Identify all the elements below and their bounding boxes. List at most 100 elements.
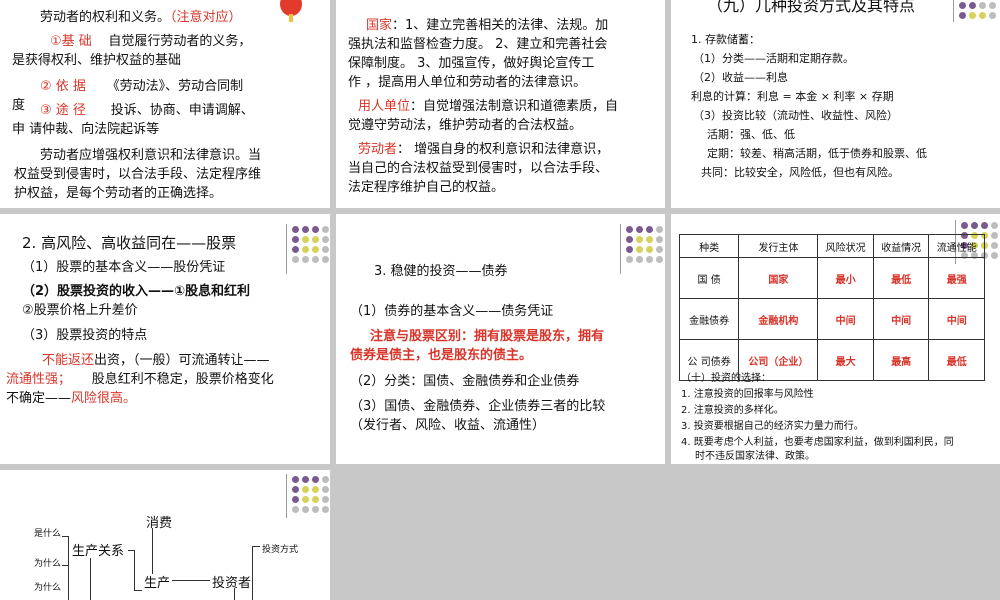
text-line: 共同：比较安全，风险低，但也有风险。 <box>701 166 899 179</box>
connector-line <box>252 546 253 600</box>
text-line: （2）分类：国债、金融债券和企业债券 <box>350 374 580 389</box>
connector-line <box>68 536 69 600</box>
text-line: 劳动者的权利和义务。（注意对应） <box>40 10 242 25</box>
text-line: 注意与股票区别：拥有股票是股东，拥有 <box>370 329 605 344</box>
slide-title: 2. 高风险、高收益同在——股票 <box>22 234 237 252</box>
table-cell: 最小 <box>817 257 874 299</box>
text-line: 不能返还出资，（一般）可流通转让—— <box>42 353 270 368</box>
text-line: 度 <box>12 98 26 113</box>
table-cell: 最低 <box>928 339 985 381</box>
text-line: （1）分类——活期和定期存款。 <box>693 52 854 65</box>
table-header-row: 种类 发行主体 风险状况 收益情况 流通性能 <box>678 234 985 258</box>
divider <box>620 224 621 274</box>
node-production: 生产 <box>144 576 171 591</box>
dot-grid-icon <box>292 476 329 513</box>
text-line: 利息的计算：利息 = 本金 × 利率 × 存期 <box>691 90 894 103</box>
text-line: （十）投资的选择： <box>681 373 771 384</box>
empty-area <box>336 470 1000 600</box>
label-investment-way: 投资方式 <box>262 545 299 555</box>
slide-concept-diagram[interactable]: 消费 生产关系 生产 投资者 是什么 为什么 为什么 投资方式 <box>0 470 330 600</box>
node-production-relation: 生产关系 <box>72 544 125 559</box>
text-line: 2. 注意投资的多样化。 <box>681 405 784 416</box>
cropped-title <box>364 0 664 6</box>
text-line: 劳动者应增强权利意识和法律意识。当 <box>40 148 262 163</box>
text-line: 护权益，是每个劳动者的正确选择。 <box>14 186 223 201</box>
slide-investment-types[interactable]: （九）几种投资方式及其特点 1. 存款储蓄： （1）分类——活期和定期存款。 （… <box>671 0 1000 208</box>
label-why: 为什么 <box>34 583 62 593</box>
connector-line <box>62 565 68 566</box>
table-cell: 最高 <box>872 339 930 381</box>
dot-grid-icon <box>959 2 996 19</box>
text-line: 1. 存款储蓄： <box>691 33 760 46</box>
lantern-icon <box>280 0 302 22</box>
text-line: 强执法和监督检查力度。 2、建立和完善社会 <box>348 37 608 52</box>
slide-protection-measures[interactable]: 国家：1、建立完善相关的法律、法规。加 强执法和监督检查力度。 2、建立和完善社… <box>336 0 665 208</box>
slide-bonds[interactable]: 3. 稳健的投资——债券 （1）债券的基本含义——债务凭证 注意与股票区别：拥有… <box>336 214 665 464</box>
slide-labor-rights[interactable]: 劳动者的权利和义务。（注意对应） ①基 础 自觉履行劳动者的义务， 是获得权利、… <box>0 0 330 208</box>
text-line: （1）债券的基本含义——债务凭证 <box>350 304 554 319</box>
text-line: ①基 础 自觉履行劳动者的义务， <box>50 34 252 49</box>
table-cell: 国家 <box>738 257 819 299</box>
text-line: 当自己的合法权益受到侵害时，以合法手段、 <box>348 161 609 176</box>
table-row: 国 债 国家 最小 最低 最强 <box>678 257 985 299</box>
text-line: （发行者、风险、收益、流通性） <box>350 418 546 433</box>
bond-comparison-table: 种类 发行主体 风险状况 收益情况 流通性能 国 债 国家 最小 最低 最强 金… <box>678 234 985 381</box>
table-cell: 最强 <box>928 257 985 299</box>
table-cell: 中间 <box>817 298 874 340</box>
table-header: 发行主体 <box>738 234 819 258</box>
text-line: （3）国债、金融债券、企业债券三者的比较 <box>350 399 606 414</box>
text-line: 流通性强； 股息红利不稳定，股票价格变化 <box>6 372 274 387</box>
text-line: 是获得权利、维护权益的基础 <box>12 53 182 68</box>
connector-line <box>252 546 260 547</box>
connector-line <box>234 588 235 600</box>
divider <box>286 474 287 518</box>
text-line: ②股票价格上升差价 <box>22 303 138 318</box>
text-line: （1）股票的基本含义——股份凭证 <box>22 260 226 275</box>
connector-line <box>134 550 135 590</box>
slide-title: 3. 稳健的投资——债券 <box>374 264 508 279</box>
text-line: 保障制度。 3、加强宣传，做好舆论宣传工 <box>348 56 595 71</box>
text-line: （2）收益——利息 <box>693 71 788 84</box>
table-header: 流通性能 <box>928 234 985 258</box>
text-line: （3）股票投资的特点 <box>22 328 148 343</box>
connector-line <box>134 590 142 591</box>
table-cell: 中间 <box>872 298 930 340</box>
node-investor: 投资者 <box>212 576 252 591</box>
table-row: 金融债券 金融机构 中间 中间 中间 <box>678 298 985 340</box>
text-line: ③ 途 径 投诉、协商、申请调解、 <box>40 103 254 118</box>
slide-title: （九）几种投资方式及其特点 <box>707 0 916 15</box>
label-what: 是什么 <box>34 529 62 539</box>
table-cell: 最低 <box>872 257 930 299</box>
slide-stocks[interactable]: 2. 高风险、高收益同在——股票 （1）股票的基本含义——股份凭证 （2）股票投… <box>0 214 330 464</box>
text-line: 活期：强、低、低 <box>707 128 795 141</box>
text-line: 权益受到侵害时，以合法手段、法定程序维 <box>14 167 262 182</box>
text-line: 不确定——风险很高。 <box>6 391 137 406</box>
connector-arrow <box>172 580 210 581</box>
text-line: 用人单位：自觉增强法制意识和道德素质，自 <box>358 99 619 114</box>
text-line: 3. 投资要根据自己的经济实力量力而行。 <box>681 421 864 432</box>
dot-grid-icon <box>292 226 329 263</box>
table-cell: 金融债券 <box>678 298 740 340</box>
table-header: 收益情况 <box>872 234 930 258</box>
node-consume: 消费 <box>146 516 173 531</box>
text-line: （2）股票投资的收入——①股息和红利 <box>22 284 251 299</box>
label-why: 为什么 <box>34 559 62 569</box>
text-line: 劳动者： 增强自身的权利意识和法律意识， <box>358 142 610 157</box>
slide-bond-comparison[interactable]: 种类 发行主体 风险状况 收益情况 流通性能 国 债 国家 最小 最低 最强 金… <box>671 214 1000 464</box>
text-line: 申 请仲裁、向法院起诉等 <box>12 122 160 137</box>
text-line: 定期：较差、稍高活期，低于债券和股票、低 <box>707 147 927 160</box>
table-cell: 金融机构 <box>738 298 819 340</box>
text-line: （3）投资比较（流动性、收益性、风险） <box>693 109 898 122</box>
text-line: 作 ，提高用人单位和劳动者的法律意识。 <box>348 75 587 90</box>
table-cell: 国 债 <box>678 257 740 299</box>
text-line: 债券是债主，也是股东的债主。 <box>350 348 533 363</box>
table-cell: 中间 <box>928 298 985 340</box>
text-line: 4. 既要考虑个人利益，也要考虑国家利益，做到利国利民，同 <box>681 437 954 448</box>
divider <box>953 0 954 22</box>
text-line: 1. 注意投资的回报率与风险性 <box>681 389 814 400</box>
connector-line <box>62 536 68 537</box>
text-line: 法定程序维护自己的权益。 <box>348 180 505 195</box>
dot-grid-icon <box>626 226 663 263</box>
table-cell: 最大 <box>817 339 874 381</box>
text-line: ② 依 据 《劳动法》、劳动合同制 <box>40 79 244 94</box>
